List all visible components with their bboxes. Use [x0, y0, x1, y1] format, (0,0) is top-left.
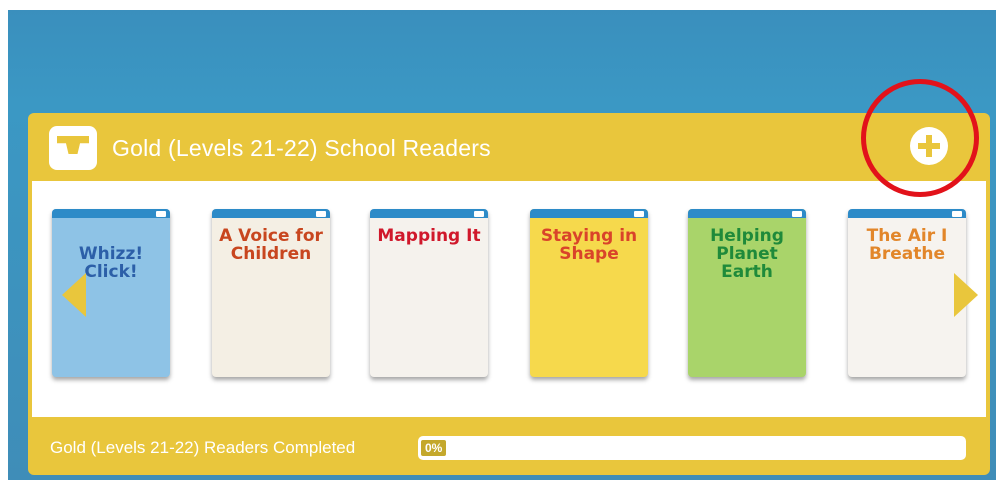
- panel-title: Gold (Levels 21-22) School Readers: [112, 135, 491, 161]
- book-cover[interactable]: Helping Planet Earth: [688, 209, 806, 377]
- chevron-right-icon[interactable]: [954, 273, 978, 317]
- book-title: Helping Planet Earth: [710, 226, 784, 282]
- inbox-tray-icon: [49, 126, 97, 170]
- book-cover[interactable]: The Air I Breathe: [848, 209, 966, 377]
- book-carousel: Whizz! Click! A Voice for Children Mappi…: [32, 181, 986, 417]
- panel-header: Gold (Levels 21-22) School Readers: [28, 113, 990, 181]
- book-title: The Air I Breathe: [866, 226, 948, 264]
- progress-bar: 0%: [418, 436, 966, 460]
- progress-footer: Gold (Levels 21-22) Readers Completed 0%: [28, 421, 990, 475]
- book-cover[interactable]: Mapping It: [370, 209, 488, 377]
- book-title: A Voice for Children: [219, 226, 323, 264]
- book-title: Mapping It: [377, 226, 481, 246]
- book-cover[interactable]: A Voice for Children: [212, 209, 330, 377]
- progress-value: 0%: [421, 440, 447, 456]
- chevron-left-icon[interactable]: [62, 273, 86, 317]
- book-title: Staying in Shape: [540, 226, 638, 264]
- progress-label: Gold (Levels 21-22) Readers Completed: [50, 438, 356, 457]
- book-cover[interactable]: Staying in Shape: [530, 209, 648, 377]
- highlight-circle: [861, 79, 979, 197]
